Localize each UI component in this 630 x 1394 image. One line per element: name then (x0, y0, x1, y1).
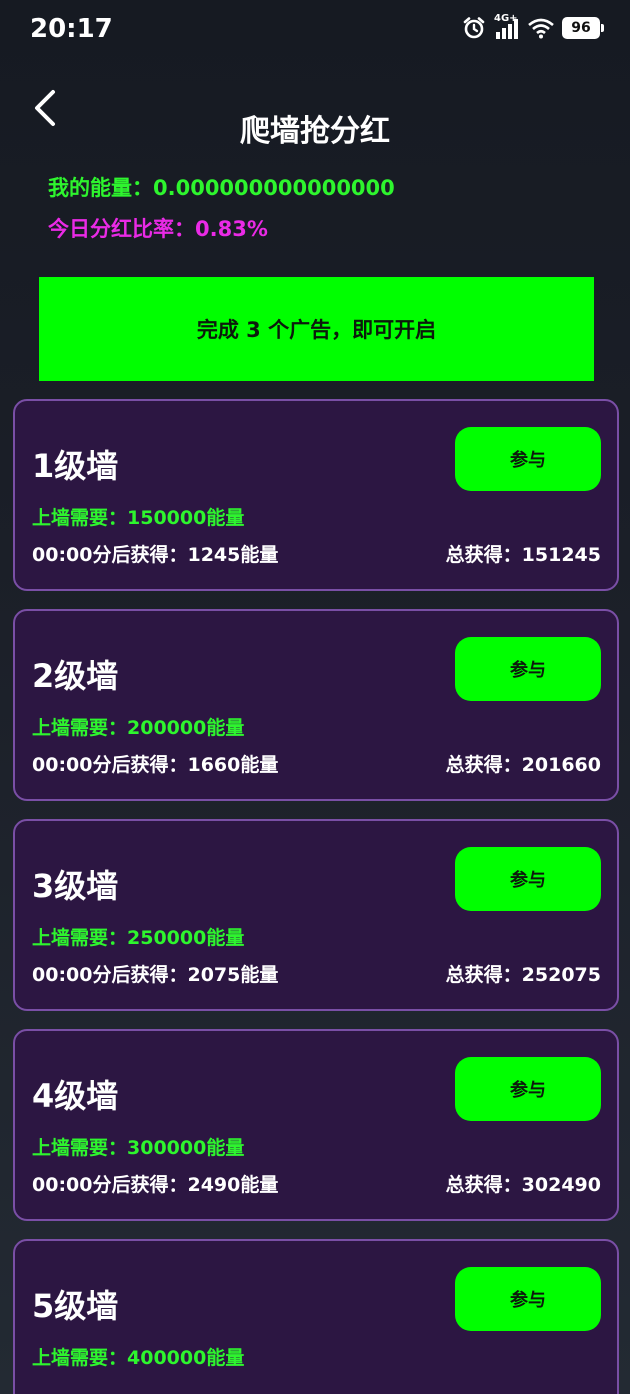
earn-label: 00:00分后获得： (32, 754, 188, 776)
dividend-rate: 今日分红比率：0.83% (48, 213, 268, 243)
require-value: 250000能量 (127, 927, 245, 949)
wall-name: 5级墙 (32, 1287, 119, 1325)
total-value: 151245 (521, 544, 601, 566)
require-label: 上墙需要： (32, 1347, 128, 1369)
wall-name: 3级墙 (32, 867, 119, 905)
wall-total: 总获得：201660 (446, 750, 601, 777)
status-time: 20:17 (30, 14, 113, 44)
alarm-icon (462, 16, 486, 40)
require-label: 上墙需要： (32, 717, 128, 739)
wall-card-3: 3级墙 参与 上墙需要：250000能量 00:00分后获得：2075能量 总获… (13, 819, 619, 1011)
total-value: 201660 (521, 754, 601, 776)
wall-card-4: 4级墙 参与 上墙需要：300000能量 00:00分后获得：2490能量 总获… (13, 1029, 619, 1221)
total-value: 252075 (521, 964, 601, 986)
wall-requirement: 上墙需要：150000能量 (32, 503, 244, 530)
my-energy: 我的能量：0.000000000000000 (48, 172, 395, 202)
wall-requirement: 上墙需要：400000能量 (32, 1343, 244, 1370)
wall-card-2: 2级墙 参与 上墙需要：200000能量 00:00分后获得：1660能量 总获… (13, 609, 619, 801)
earn-label: 00:00分后获得： (32, 544, 188, 566)
join-button[interactable]: 参与 (455, 1267, 601, 1331)
join-button[interactable]: 参与 (455, 847, 601, 911)
earn-label: 00:00分后获得： (32, 1174, 188, 1196)
require-label: 上墙需要： (32, 1137, 128, 1159)
signal-icon: 4G+ (494, 13, 520, 40)
total-label: 总获得： (445, 544, 522, 566)
wall-name: 2级墙 (32, 657, 119, 695)
status-icons: 4G+ 96 (462, 13, 604, 40)
earn-value: 2490能量 (187, 1174, 279, 1196)
status-bar: 20:17 4G+ 96 (0, 0, 630, 62)
wall-total: 总获得：151245 (446, 540, 601, 567)
join-button[interactable]: 参与 (455, 1057, 601, 1121)
wall-requirement: 上墙需要：300000能量 (32, 1133, 244, 1160)
wall-earning: 00:00分后获得：1660能量 (32, 750, 278, 777)
rate-label: 今日分红比率： (48, 217, 195, 241)
require-value: 200000能量 (127, 717, 245, 739)
rate-value: 0.83% (195, 217, 268, 241)
wall-name: 1级墙 (32, 447, 119, 485)
watch-ads-banner[interactable]: 完成 3 个广告，即可开启 (39, 277, 594, 381)
wall-card-5: 5级墙 参与 上墙需要：400000能量 (13, 1239, 619, 1394)
earn-label: 00:00分后获得： (32, 964, 188, 986)
total-label: 总获得： (445, 1174, 522, 1196)
total-label: 总获得： (445, 964, 522, 986)
earn-value: 1660能量 (187, 754, 279, 776)
wall-total: 总获得：302490 (446, 1170, 601, 1197)
require-value: 400000能量 (127, 1347, 245, 1369)
require-label: 上墙需要： (32, 507, 128, 529)
require-value: 150000能量 (127, 507, 245, 529)
energy-value: 0.000000000000000 (153, 176, 395, 200)
wall-earning: 00:00分后获得：2490能量 (32, 1170, 278, 1197)
energy-label: 我的能量： (48, 176, 153, 200)
wifi-icon (528, 17, 554, 39)
total-label: 总获得： (445, 754, 522, 776)
wall-earning: 00:00分后获得：1245能量 (32, 540, 278, 567)
wall-card-1: 1级墙 参与 上墙需要：150000能量 00:00分后获得：1245能量 总获… (13, 399, 619, 591)
require-label: 上墙需要： (32, 927, 128, 949)
earn-value: 2075能量 (187, 964, 279, 986)
wall-name: 4级墙 (32, 1077, 119, 1115)
join-button[interactable]: 参与 (455, 427, 601, 491)
total-value: 302490 (521, 1174, 601, 1196)
battery-icon: 96 (562, 17, 604, 39)
wall-earning: 00:00分后获得：2075能量 (32, 960, 278, 987)
join-button[interactable]: 参与 (455, 637, 601, 701)
wall-total: 总获得：252075 (446, 960, 601, 987)
require-value: 300000能量 (127, 1137, 245, 1159)
wall-list: 1级墙 参与 上墙需要：150000能量 00:00分后获得：1245能量 总获… (13, 399, 619, 1394)
wall-requirement: 上墙需要：250000能量 (32, 923, 244, 950)
earn-value: 1245能量 (187, 544, 279, 566)
page-title: 爬墙抢分红 (240, 114, 390, 149)
wall-requirement: 上墙需要：200000能量 (32, 713, 244, 740)
